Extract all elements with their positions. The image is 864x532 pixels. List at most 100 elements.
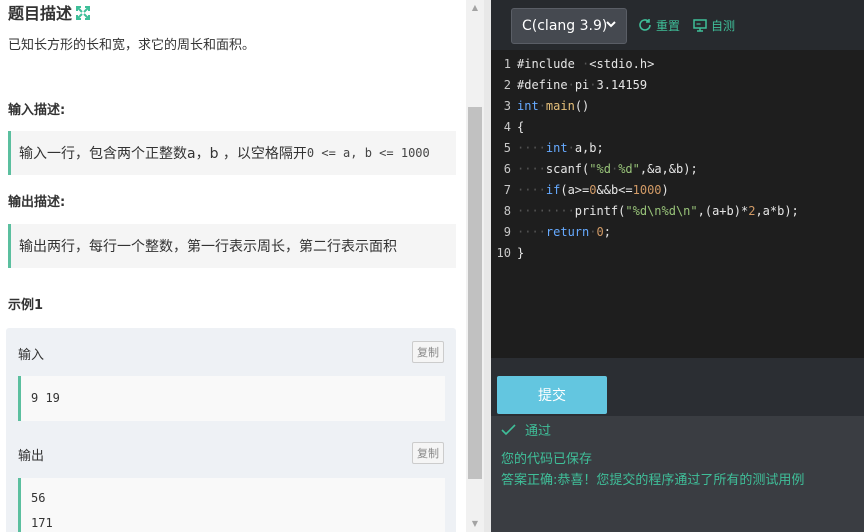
input-desc-text: 输入一行，包含两个正整数a，b ，以空格隔开	[19, 146, 307, 162]
problem-scrollbar[interactable]: ▲ ▼	[466, 0, 484, 532]
code-token: scanf(	[545, 162, 590, 176]
code-token: a,b;	[574, 141, 604, 155]
code-token: "%d	[589, 162, 611, 176]
code-token: int	[517, 99, 539, 113]
code-line[interactable]: 10}	[491, 243, 864, 264]
code-token: #define	[517, 78, 568, 92]
chevron-down-icon	[606, 21, 616, 28]
scroll-down-arrow-icon[interactable]: ▼	[466, 516, 484, 532]
expand-icon[interactable]	[76, 5, 91, 20]
code-line[interactable]: 3 int·main()	[491, 96, 864, 117]
example-input-label: 输入	[18, 348, 45, 363]
code-token: ()	[574, 99, 590, 113]
code-token: ;	[603, 225, 611, 239]
result-status: 通过	[501, 420, 551, 439]
code-token: ·	[589, 78, 597, 92]
code-token: 0	[589, 183, 597, 197]
selftest-button[interactable]: 自测	[693, 16, 735, 34]
example-output-block: 56 171	[18, 478, 445, 532]
code-line[interactable]: 5 ····int·a,b;	[491, 138, 864, 159]
code-token: <stdio.h>	[589, 57, 655, 71]
line-number: 8	[503, 204, 511, 218]
result-saved: 您的代码已保存	[501, 452, 593, 467]
code-token: ·	[567, 141, 575, 155]
code-token: 0	[596, 225, 604, 239]
code-token: return	[545, 225, 590, 239]
output-heading: 输出描述:	[8, 195, 66, 210]
bottom-panel: 提交 通过 您的代码已保存 答案正确:恭喜！您提交的程序通过了所有的测试用例	[491, 358, 864, 532]
page-title: 题目描述	[8, 4, 73, 23]
scroll-up-arrow-icon[interactable]: ▲	[466, 0, 484, 16]
result-status-text: 通过	[525, 424, 552, 439]
code-line[interactable]: 1 #include ·<stdio.h>	[491, 54, 864, 75]
code-token: printf(	[574, 204, 626, 218]
check-icon	[501, 423, 516, 435]
code-token: {	[517, 120, 525, 134]
line-number: 9	[503, 225, 511, 239]
language-value: C(clang 3.9)	[522, 18, 608, 34]
code-token: #include	[517, 57, 583, 71]
code-token: if	[545, 183, 561, 197]
code-token: ·	[567, 78, 575, 92]
code-token: pi	[574, 78, 590, 92]
problem-pane: 题目描述 已知长方形的长和宽，求它的周长和面积。 输入描述: 输入一行，包含两个…	[0, 0, 466, 532]
line-number: 3	[503, 99, 511, 113]
code-line[interactable]: 6 ····scanf("%d·%d",&a,&b);	[491, 159, 864, 180]
input-desc-constraint: 0 <= a, b <= 1000	[306, 146, 430, 160]
code-token: ,a*b);	[755, 204, 799, 218]
code-line[interactable]: 8 ········printf("%d\n%d\n",(a+b)*2,a*b);	[491, 201, 864, 222]
code-token: ,(a+b)*	[697, 204, 749, 218]
submit-button[interactable]: 提交	[497, 376, 607, 414]
example-input-line: 9 19	[31, 391, 60, 405]
example-output-line: 171	[31, 516, 53, 530]
monitor-icon	[693, 19, 707, 32]
scrollbar-thumb[interactable]	[468, 107, 482, 479]
code-token: 3.14159	[596, 78, 648, 92]
copy-input-button[interactable]: 复制	[412, 341, 444, 363]
code-editor[interactable]: 1 #include ·<stdio.h> 2 #define·pi·3.14159 3…	[491, 50, 864, 358]
code-token: &&b<=	[596, 183, 633, 197]
title-row: 题目描述	[8, 0, 91, 24]
result-panel: 通过 您的代码已保存 答案正确:恭喜！您提交的程序通过了所有的测试用例	[491, 416, 864, 532]
code-token: ····	[517, 141, 546, 155]
result-message: 答案正确:恭喜！您提交的程序通过了所有的测试用例	[501, 473, 805, 488]
copy-output-button[interactable]: 复制	[412, 442, 444, 464]
pane-divider[interactable]	[484, 0, 491, 532]
code-token: ·	[589, 225, 597, 239]
language-select[interactable]: C(clang 3.9)	[511, 8, 627, 44]
example-output-line: 56	[31, 491, 46, 505]
example-box: 输入 复制 9 19 输出 复制 56 171	[6, 328, 456, 532]
output-description: 输出两行，每行一个整数，第一行表示周长，第二行表示面积	[8, 224, 456, 268]
line-number: 1	[503, 57, 511, 71]
output-desc-text: 输出两行，每行一个整数，第一行表示周长，第二行表示面积	[19, 239, 397, 255]
reset-button[interactable]: 重置	[638, 16, 680, 34]
code-token: ····	[517, 162, 546, 176]
editor-toolbar: C(clang 3.9) 重置 自测	[491, 0, 864, 50]
code-token: ········	[517, 204, 575, 218]
example-input-block: 9 19	[18, 376, 445, 421]
line-number: 7	[503, 183, 511, 197]
line-number: 6	[503, 162, 511, 176]
refresh-icon	[639, 19, 651, 31]
reset-label: 重置	[656, 18, 681, 33]
input-description: 输入一行，包含两个正整数a，b ，以空格隔开 0 <= a, b <= 1000	[8, 131, 456, 175]
app-root: 题目描述 已知长方形的长和宽，求它的周长和面积。 输入描述: 输入一行，包含两个…	[0, 0, 864, 532]
code-line[interactable]: 7 ····if(a>=0&&b<=1000)	[491, 180, 864, 201]
code-line[interactable]: 4{	[491, 117, 864, 138]
code-token: )	[661, 183, 669, 197]
code-token: %d"	[618, 162, 640, 176]
code-token: ·	[538, 99, 546, 113]
line-number: 10	[496, 246, 511, 260]
code-token: ····	[517, 183, 546, 197]
code-token: int	[545, 141, 568, 155]
code-line[interactable]: 2 #define·pi·3.14159	[491, 75, 864, 96]
example-heading: 示例1	[8, 298, 44, 313]
line-number: 4	[503, 120, 511, 134]
code-token: "%d\n%d\n"	[625, 204, 698, 218]
code-token: main	[545, 99, 575, 113]
line-number: 2	[503, 78, 511, 92]
selftest-label: 自测	[711, 18, 736, 33]
code-token: }	[517, 246, 525, 260]
code-line[interactable]: 9 ····return·0;	[491, 222, 864, 243]
code-token: 1000	[632, 183, 662, 197]
